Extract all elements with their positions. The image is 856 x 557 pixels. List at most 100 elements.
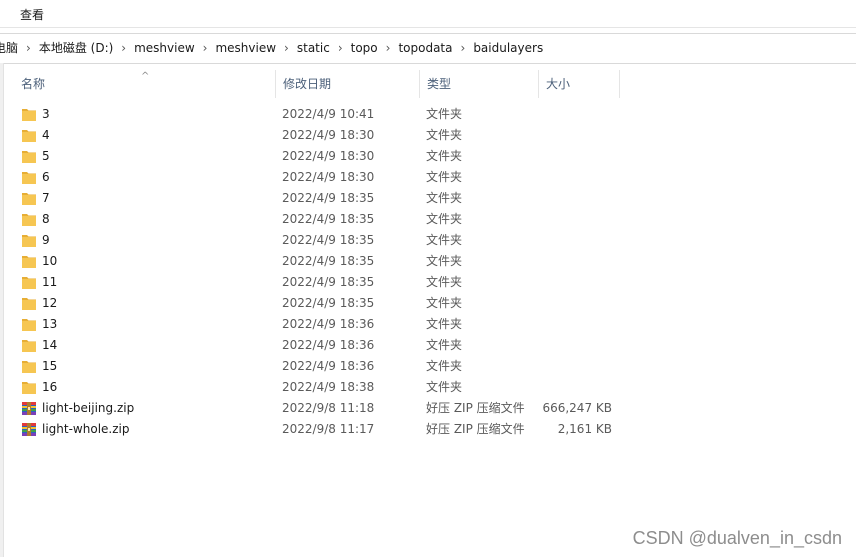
folder-icon — [21, 254, 37, 269]
address-bar[interactable]: 电脑›本地磁盘 (D:)›meshview›meshview›static›to… — [0, 33, 856, 64]
file-name: 10 — [42, 254, 58, 268]
file-type: 文件夹 — [426, 191, 463, 205]
file-row[interactable]: 16 2022/4/9 18:38 文件夹 — [14, 377, 634, 398]
column-header-size-label: 大小 — [546, 77, 571, 91]
file-name: 7 — [42, 191, 50, 205]
file-name: 16 — [42, 380, 58, 394]
breadcrumb-item[interactable]: meshview — [128, 34, 201, 63]
file-name: 8 — [42, 212, 50, 226]
file-type: 好压 ZIP 压缩文件 — [426, 422, 525, 436]
file-type: 文件夹 — [426, 359, 463, 373]
breadcrumb-separator-icon[interactable]: › — [201, 34, 210, 63]
file-row[interactable]: light-beijing.zip 2022/9/8 11:18 好压 ZIP 压缩… — [14, 398, 634, 419]
breadcrumb-separator-icon[interactable]: › — [336, 34, 345, 63]
file-type: 文件夹 — [426, 128, 463, 142]
sort-ascending-icon: ^ — [141, 71, 150, 82]
file-size: 666,247 KB — [542, 401, 612, 415]
folder-icon — [21, 296, 37, 311]
file-size — [540, 209, 612, 230]
file-name: 13 — [42, 317, 58, 331]
file-size — [540, 104, 612, 125]
column-header-type[interactable]: 类型 — [420, 70, 539, 98]
breadcrumb-item[interactable]: 电脑 — [0, 34, 24, 63]
file-row[interactable]: 9 2022/4/9 18:35 文件夹 — [14, 230, 634, 251]
file-modified-date: 2022/4/9 18:36 — [282, 317, 375, 331]
file-row[interactable]: 15 2022/4/9 18:36 文件夹 — [14, 356, 634, 377]
file-size — [540, 356, 612, 377]
file-name: 11 — [42, 275, 58, 289]
file-size — [540, 314, 612, 335]
folder-icon — [21, 170, 37, 185]
zip-archive-icon — [21, 401, 37, 416]
file-name: 5 — [42, 149, 50, 163]
file-type: 好压 ZIP 压缩文件 — [426, 401, 525, 415]
file-row[interactable]: light-whole.zip 2022/9/8 11:17 好压 ZIP 压缩文件… — [14, 419, 634, 440]
file-size — [540, 146, 612, 167]
breadcrumb-item[interactable]: static — [291, 34, 336, 63]
file-modified-date: 2022/4/9 18:35 — [282, 254, 375, 268]
file-row[interactable]: 8 2022/4/9 18:35 文件夹 — [14, 209, 634, 230]
file-row[interactable]: 12 2022/4/9 18:35 文件夹 — [14, 293, 634, 314]
column-header-size[interactable]: 大小 — [539, 70, 620, 98]
file-row[interactable]: 14 2022/4/9 18:36 文件夹 — [14, 335, 634, 356]
file-name: 9 — [42, 233, 50, 247]
file-row[interactable]: 11 2022/4/9 18:35 文件夹 — [14, 272, 634, 293]
file-row[interactable]: 10 2022/4/9 18:35 文件夹 — [14, 251, 634, 272]
column-header-modified-label: 修改日期 — [283, 77, 332, 91]
file-name: 6 — [42, 170, 50, 184]
breadcrumb-separator-icon[interactable]: › — [119, 34, 128, 63]
file-type: 文件夹 — [426, 170, 463, 184]
file-row[interactable]: 13 2022/4/9 18:36 文件夹 — [14, 314, 634, 335]
file-modified-date: 2022/4/9 18:35 — [282, 212, 375, 226]
breadcrumb-item[interactable]: meshview — [209, 34, 282, 63]
file-modified-date: 2022/4/9 18:35 — [282, 296, 375, 310]
folder-icon — [21, 149, 37, 164]
file-modified-date: 2022/4/9 18:38 — [282, 380, 375, 394]
file-type: 文件夹 — [426, 296, 463, 310]
file-name: 15 — [42, 359, 58, 373]
column-header-name[interactable]: 名称 ^ — [14, 70, 276, 98]
breadcrumb-separator-icon[interactable]: › — [384, 34, 393, 63]
breadcrumb-separator-icon[interactable]: › — [24, 34, 33, 63]
file-row[interactable]: 7 2022/4/9 18:35 文件夹 — [14, 188, 634, 209]
breadcrumb-item[interactable]: topodata — [392, 34, 458, 63]
file-row[interactable]: 5 2022/4/9 18:30 文件夹 — [14, 146, 634, 167]
folder-icon — [21, 233, 37, 248]
tab-view[interactable]: 查看 — [20, 6, 44, 23]
navigation-pane-edge[interactable] — [0, 63, 4, 557]
file-type: 文件夹 — [426, 380, 463, 394]
folder-icon — [21, 212, 37, 227]
file-row[interactable]: 3 2022/4/9 10:41 文件夹 — [14, 104, 634, 125]
file-type: 文件夹 — [426, 233, 463, 247]
folder-icon — [21, 275, 37, 290]
breadcrumb-item[interactable]: baidulayers — [467, 34, 549, 63]
folder-icon — [21, 380, 37, 395]
file-type: 文件夹 — [426, 107, 463, 121]
file-row[interactable]: 6 2022/4/9 18:30 文件夹 — [14, 167, 634, 188]
file-type: 文件夹 — [426, 212, 463, 226]
watermark: CSDN @dualven_in_csdn — [632, 528, 842, 548]
file-name: 4 — [42, 128, 50, 142]
zip-archive-icon — [21, 422, 37, 437]
file-name: 12 — [42, 296, 58, 310]
breadcrumb-separator-icon[interactable]: › — [459, 34, 468, 63]
folder-icon — [21, 359, 37, 374]
file-type: 文件夹 — [426, 317, 463, 331]
file-type: 文件夹 — [426, 338, 463, 352]
folder-icon — [21, 107, 37, 122]
file-size: 2,161 KB — [557, 422, 612, 436]
column-header-modified[interactable]: 修改日期 — [276, 70, 420, 98]
file-modified-date: 2022/4/9 18:30 — [282, 128, 375, 142]
file-size — [540, 230, 612, 251]
breadcrumb-separator-icon[interactable]: › — [282, 34, 291, 63]
file-type: 文件夹 — [426, 275, 463, 289]
file-size — [540, 251, 612, 272]
breadcrumb-item[interactable]: 本地磁盘 (D:) — [33, 34, 119, 63]
file-row[interactable]: 4 2022/4/9 18:30 文件夹 — [14, 125, 634, 146]
file-size — [540, 125, 612, 146]
column-header-type-label: 类型 — [427, 77, 452, 91]
file-type: 文件夹 — [426, 254, 463, 268]
file-type: 文件夹 — [426, 149, 463, 163]
file-modified-date: 2022/4/9 18:35 — [282, 191, 375, 205]
breadcrumb-item[interactable]: topo — [345, 34, 384, 63]
